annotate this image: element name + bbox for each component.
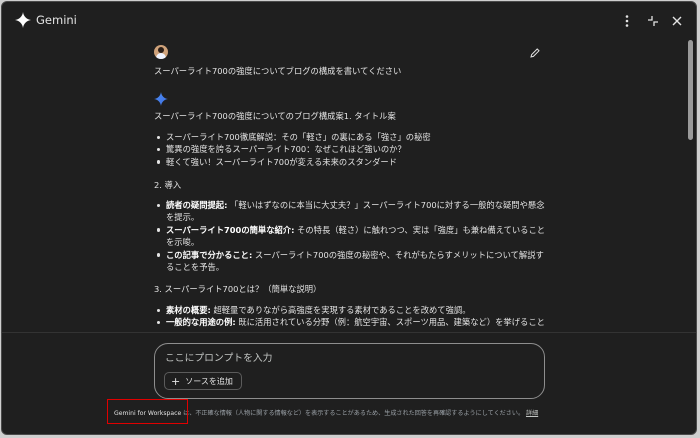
close-button[interactable] xyxy=(669,13,685,29)
gemini-spark-icon xyxy=(154,92,168,106)
section-2-list: 読者の疑問提起: 「軽いはずなのに本当に大丈夫？」スーパーライト700に対する一… xyxy=(154,199,546,273)
item-bold: 素材の概要: xyxy=(166,305,211,315)
scrollbar-thumb[interactable] xyxy=(688,40,693,140)
divider xyxy=(2,332,696,333)
list-item: 読者の疑問提起: 「軽いはずなのに本当に大丈夫？」スーパーライト700に対する一… xyxy=(154,199,546,224)
add-source-button[interactable]: + ソースを追加 xyxy=(164,372,242,390)
more-vert-icon xyxy=(625,15,629,27)
list-item: この記事で分かること: スーパーライト700の強度の秘密や、それがもたらすメリッ… xyxy=(154,249,546,274)
avatar-body xyxy=(156,53,166,59)
minimize-button[interactable] xyxy=(645,13,661,29)
item-bold: 一般的な用途の例: xyxy=(166,317,236,328)
item-text: 超軽量でありながら高強度を実現する素材であることを改めて強調。 xyxy=(210,305,471,315)
section-2-title: 2. 導入 xyxy=(154,180,182,190)
user-avatar xyxy=(154,45,168,59)
gemini-window: Gemini スーパーライト700の強度についてブログの構成を書いてください ス… xyxy=(1,1,697,435)
more-options-button[interactable] xyxy=(619,13,635,29)
prompt-placeholder: ここにプロンプトを入力 xyxy=(165,353,273,364)
close-icon xyxy=(672,16,682,26)
response-heading: スーパーライト700の強度についてのブログ構成案1. タイトル案 xyxy=(154,111,396,121)
list-item: 一般的な用途の例: 既に活用されている分野（例：航空宇宙、スポーツ用品、建築など… xyxy=(154,316,546,330)
user-prompt: スーパーライト700の強度についてブログの構成を書いてください xyxy=(154,66,402,76)
list-item: 軽くて強い！スーパーライト700が変える未来のスタンダード xyxy=(154,156,546,168)
item-bold: この記事で分かること: xyxy=(166,249,253,260)
list-item: 驚異の強度を誇るスーパーライト700：なぜこれほど強いのか？ xyxy=(154,143,546,155)
highlight-annotation xyxy=(107,399,188,424)
item-bold: スーパーライト700の簡単な紹介: xyxy=(166,224,295,235)
conversation-area[interactable]: スーパーライト700の強度についてブログの構成を書いてください スーパーライト7… xyxy=(2,40,690,330)
section-3-list: 素材の概要: 超軽量でありながら高強度を実現する素材であることを改めて強調。 一… xyxy=(154,304,546,330)
gemini-logo-icon xyxy=(15,12,31,28)
plus-icon: + xyxy=(171,374,181,388)
item-bold: 読者の疑問提起: xyxy=(166,200,228,210)
details-link[interactable]: 詳細 xyxy=(526,410,538,417)
prompt-input[interactable]: ここにプロンプトを入力 + ソースを追加 xyxy=(154,343,545,399)
title-bar: Gemini xyxy=(2,2,696,40)
list-item: スーパーライト700徹底解説：その「軽さ」の裏にある「強さ」の秘密 xyxy=(154,131,546,143)
section-3-title: 3. スーパーライト700とは？（簡単な説明） xyxy=(154,284,322,294)
add-source-label: ソースを追加 xyxy=(185,376,233,386)
minimize-icon xyxy=(648,16,658,26)
title-ideas-list: スーパーライト700徹底解説：その「軽さ」の裏にある「強さ」の秘密 驚異の強度を… xyxy=(154,131,546,168)
app-title: Gemini xyxy=(36,13,77,27)
list-item: スーパーライト700の簡単な紹介: その特長（軽さ）に触れつつ、実は「強度」も兼… xyxy=(154,224,546,249)
disclaimer-text: は、不正確な情報（人物に関する情報など）を表示することがあるため、生成された回答… xyxy=(181,410,525,417)
edit-icon[interactable] xyxy=(529,47,541,59)
list-item: 素材の概要: 超軽量でありながら高強度を実現する素材であることを改めて強調。 xyxy=(154,304,546,316)
